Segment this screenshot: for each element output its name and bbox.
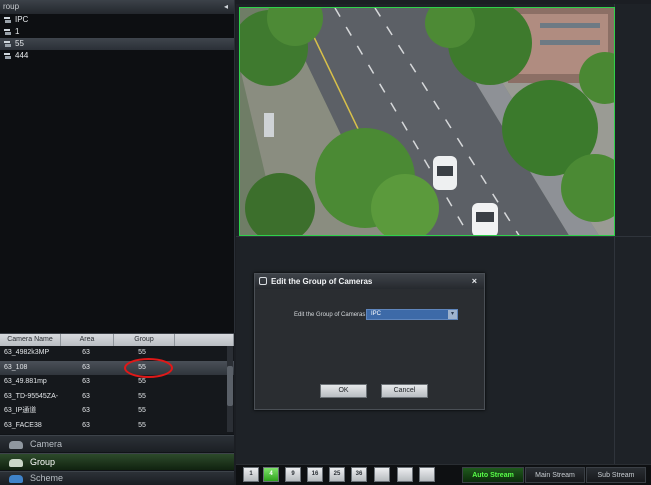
edit-group-dialog: Edit the Group of Cameras × Edit the Gro… xyxy=(254,273,485,410)
group-icon xyxy=(4,28,12,36)
layout-4-button[interactable]: 4 xyxy=(263,467,279,482)
table-row[interactable]: 63_IP通道 63 55 xyxy=(0,404,234,419)
cell-camera-name: 63_49.881mp xyxy=(4,378,47,385)
table-row[interactable]: 63_49.881mp 63 55 xyxy=(0,375,234,390)
nav-tab-label: Scheme xyxy=(30,473,64,483)
bottom-toolbar: 1 4 9 16 25 36 Auto Stream Main Stream S… xyxy=(236,464,651,485)
column-area[interactable]: Area xyxy=(61,334,114,346)
column-group[interactable]: Group xyxy=(114,334,175,346)
dialog-title-bar: Edit the Group of Cameras × xyxy=(255,274,484,289)
group-icon xyxy=(4,40,12,48)
tree-item-label: 55 xyxy=(15,39,24,48)
group-icon xyxy=(4,16,12,24)
tree-item-ipc[interactable]: IPC xyxy=(0,14,234,26)
dialog-icon xyxy=(259,277,267,285)
camera-table-header: Camera Name Area Group xyxy=(0,334,234,346)
cell-area: 63 xyxy=(82,421,90,429)
tree-item-444[interactable]: 444 xyxy=(0,50,234,62)
dialog-title: Edit the Group of Cameras xyxy=(271,277,373,286)
cell-camera-name: 63_108 xyxy=(4,363,28,371)
cell-area: 63 xyxy=(82,349,90,356)
close-icon[interactable]: × xyxy=(472,274,477,289)
collapse-icon[interactable]: ◂ xyxy=(224,0,228,14)
layout-1-button[interactable]: 1 xyxy=(243,467,259,482)
cell-group: 55 xyxy=(138,421,146,429)
cell-area: 63 xyxy=(82,378,90,385)
group-field-label: Edit the Group of Cameras xyxy=(294,312,366,318)
nav-tab-group[interactable]: Group xyxy=(0,453,234,470)
group-tree-title: roup xyxy=(3,2,20,11)
custom-layout-icon[interactable] xyxy=(374,467,390,482)
cancel-button[interactable]: Cancel xyxy=(381,384,428,398)
scheme-icon xyxy=(9,475,23,483)
cell-camera-name: 63_4982k3MP xyxy=(4,349,50,356)
nav-tab-scheme[interactable]: Scheme xyxy=(0,471,234,484)
table-row-selected[interactable]: 63_108 63 55 xyxy=(0,360,234,375)
group-icon xyxy=(4,52,12,60)
chevron-down-icon[interactable]: ▾ xyxy=(448,310,457,319)
layout-9-button[interactable]: 9 xyxy=(285,467,301,482)
auto-stream-tab[interactable]: Auto Stream xyxy=(462,467,524,483)
column-camera-name[interactable]: Camera Name xyxy=(0,334,61,346)
cell-camera-name: 63_TD-95545ZA- xyxy=(4,392,59,400)
tree-item-55[interactable]: 55 xyxy=(0,38,234,50)
cell-camera-name: 63_FACE38 xyxy=(4,421,42,429)
camera-table: Camera Name Area Group 63_4982k3MP 63 55… xyxy=(0,333,234,434)
layout-25-button[interactable]: 25 xyxy=(329,467,345,482)
tree-item-label: 1 xyxy=(15,27,20,36)
group-tree-header: roup ◂ xyxy=(0,0,234,14)
grid-divider xyxy=(236,236,651,237)
close-all-views-icon[interactable] xyxy=(397,467,413,482)
cell-group: 55 xyxy=(138,407,146,414)
table-row[interactable]: 63_4982k3MP 63 55 xyxy=(0,346,234,361)
cell-group: 55 xyxy=(138,392,146,400)
nav-tab-label: Group xyxy=(30,457,56,467)
tree-item-label: 444 xyxy=(15,51,29,60)
table-scrollbar-thumb[interactable] xyxy=(227,366,233,406)
nav-tab-camera[interactable]: Camera xyxy=(0,435,234,452)
layout-16-button[interactable]: 16 xyxy=(307,467,323,482)
tree-item-label: IPC xyxy=(15,15,29,24)
group-tree: roup ◂ IPC 1 55 444 xyxy=(0,0,235,333)
table-scrollbar[interactable] xyxy=(227,346,233,432)
ok-button[interactable]: OK xyxy=(320,384,367,398)
street-camera-image xyxy=(240,8,614,235)
cell-area: 63 xyxy=(82,407,90,414)
main-stream-tab[interactable]: Main Stream xyxy=(525,467,585,483)
table-row[interactable]: 63_TD-95545ZA- 63 55 xyxy=(0,390,234,405)
table-row[interactable]: 63_FACE38 63 55 xyxy=(0,419,234,434)
group-select[interactable]: IPC ▾ xyxy=(366,309,458,320)
group-icon xyxy=(9,459,23,467)
highlight-circle xyxy=(124,358,173,378)
group-select-value: IPC xyxy=(371,311,382,317)
cell-area: 63 xyxy=(82,392,90,400)
fullscreen-icon[interactable] xyxy=(419,467,435,482)
left-panel: roup ◂ IPC 1 55 444 Camera Name Area Gro… xyxy=(0,0,235,484)
camera-icon xyxy=(9,441,23,449)
sub-stream-tab[interactable]: Sub Stream xyxy=(586,467,646,483)
nav-tab-label: Camera xyxy=(30,439,63,449)
cell-area: 63 xyxy=(82,363,90,371)
column-filler xyxy=(175,334,234,346)
tree-item-1[interactable]: 1 xyxy=(0,26,234,38)
video-pane-selected[interactable] xyxy=(239,7,615,236)
cell-camera-name: 63_IP通道 xyxy=(4,407,37,414)
layout-36-button[interactable]: 36 xyxy=(351,467,367,482)
